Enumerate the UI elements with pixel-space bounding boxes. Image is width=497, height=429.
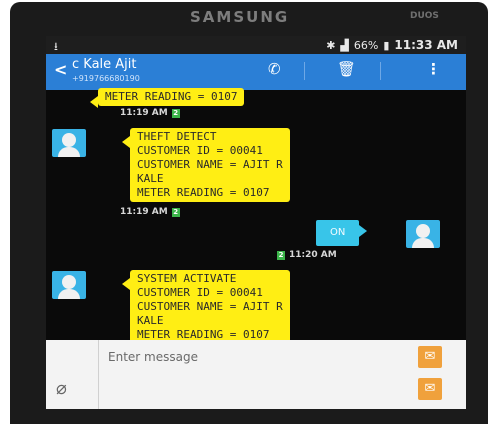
battery-percent: 66% [353, 38, 379, 52]
app-bar: < c Kale Ajit +919766680190 ✆ 🗑 ⋮ [46, 54, 466, 90]
status-indicators: ✱ ▟ 66% ▮ 11:33 AM [326, 38, 458, 52]
message-input[interactable] [106, 346, 410, 368]
message-bubble-incoming[interactable]: THEFT DETECT CUSTOMER ID = 00041 CUSTOME… [122, 128, 290, 202]
send-sim1-button[interactable]: ✉ [418, 346, 442, 368]
message-timestamp: 2 11:20 AM [277, 250, 337, 260]
phone-body: SAMSUNG DUOS ⭳ ✱ ▟ 66% ▮ 11:33 AM < c Ka… [10, 2, 488, 424]
message-timestamp: 11:19 AM 2 [120, 207, 180, 217]
timestamp-text: 11:20 AM [289, 250, 337, 260]
sim-icon: 2 [277, 250, 285, 260]
message-composer: ⌀ ✉ ✉ [46, 340, 466, 409]
timestamp-text: 11:19 AM [120, 207, 168, 217]
contact-name: c Kale Ajit [72, 57, 137, 72]
delete-icon[interactable]: 🗑 [337, 60, 356, 78]
send-sim2-button[interactable]: ✉ [418, 378, 442, 400]
phone-icon[interactable]: ✆ [268, 60, 281, 78]
signal-icon: ▟ [340, 38, 349, 52]
message-bubble-incoming[interactable]: METER READING = 0107 [89, 88, 245, 108]
contact-avatar-icon[interactable] [52, 271, 86, 299]
divider [304, 62, 305, 80]
status-time: 11:33 AM [394, 38, 458, 52]
conversation-thread[interactable]: METER READING = 0107 11:19 AM 2 THEFT DE… [46, 88, 466, 344]
back-arrow-icon[interactable]: < [54, 60, 67, 79]
user-avatar-icon[interactable] [406, 220, 440, 248]
sim-icon: 2 [171, 207, 180, 217]
overflow-menu-icon[interactable]: ⋮ [426, 60, 441, 78]
divider [98, 340, 99, 409]
message-bubble-outgoing[interactable]: ON [316, 220, 368, 246]
battery-icon: ▮ [383, 38, 390, 52]
message-bubble-incoming[interactable]: SYSTEM ACTIVATE CUSTOMER ID = 00041 CUST… [122, 270, 290, 344]
contact-avatar-icon[interactable] [52, 129, 86, 157]
sim-icon: 2 [171, 108, 180, 118]
message-timestamp: 11:19 AM 2 [120, 108, 180, 118]
attach-icon[interactable]: ⌀ [56, 378, 67, 399]
device-brand: SAMSUNG [190, 8, 290, 26]
send-icon: ✉ [424, 381, 436, 396]
device-model-badge: DUOS [410, 11, 439, 21]
contact-number: +919766680190 [72, 74, 140, 83]
send-icon: ✉ [424, 349, 436, 364]
timestamp-text: 11:19 AM [120, 108, 168, 118]
bluetooth-icon: ✱ [326, 38, 336, 52]
screen: ⭳ ✱ ▟ 66% ▮ 11:33 AM < c Kale Ajit +9197… [46, 36, 466, 409]
divider [380, 62, 381, 80]
status-bar: ⭳ ✱ ▟ 66% ▮ 11:33 AM [46, 36, 466, 54]
